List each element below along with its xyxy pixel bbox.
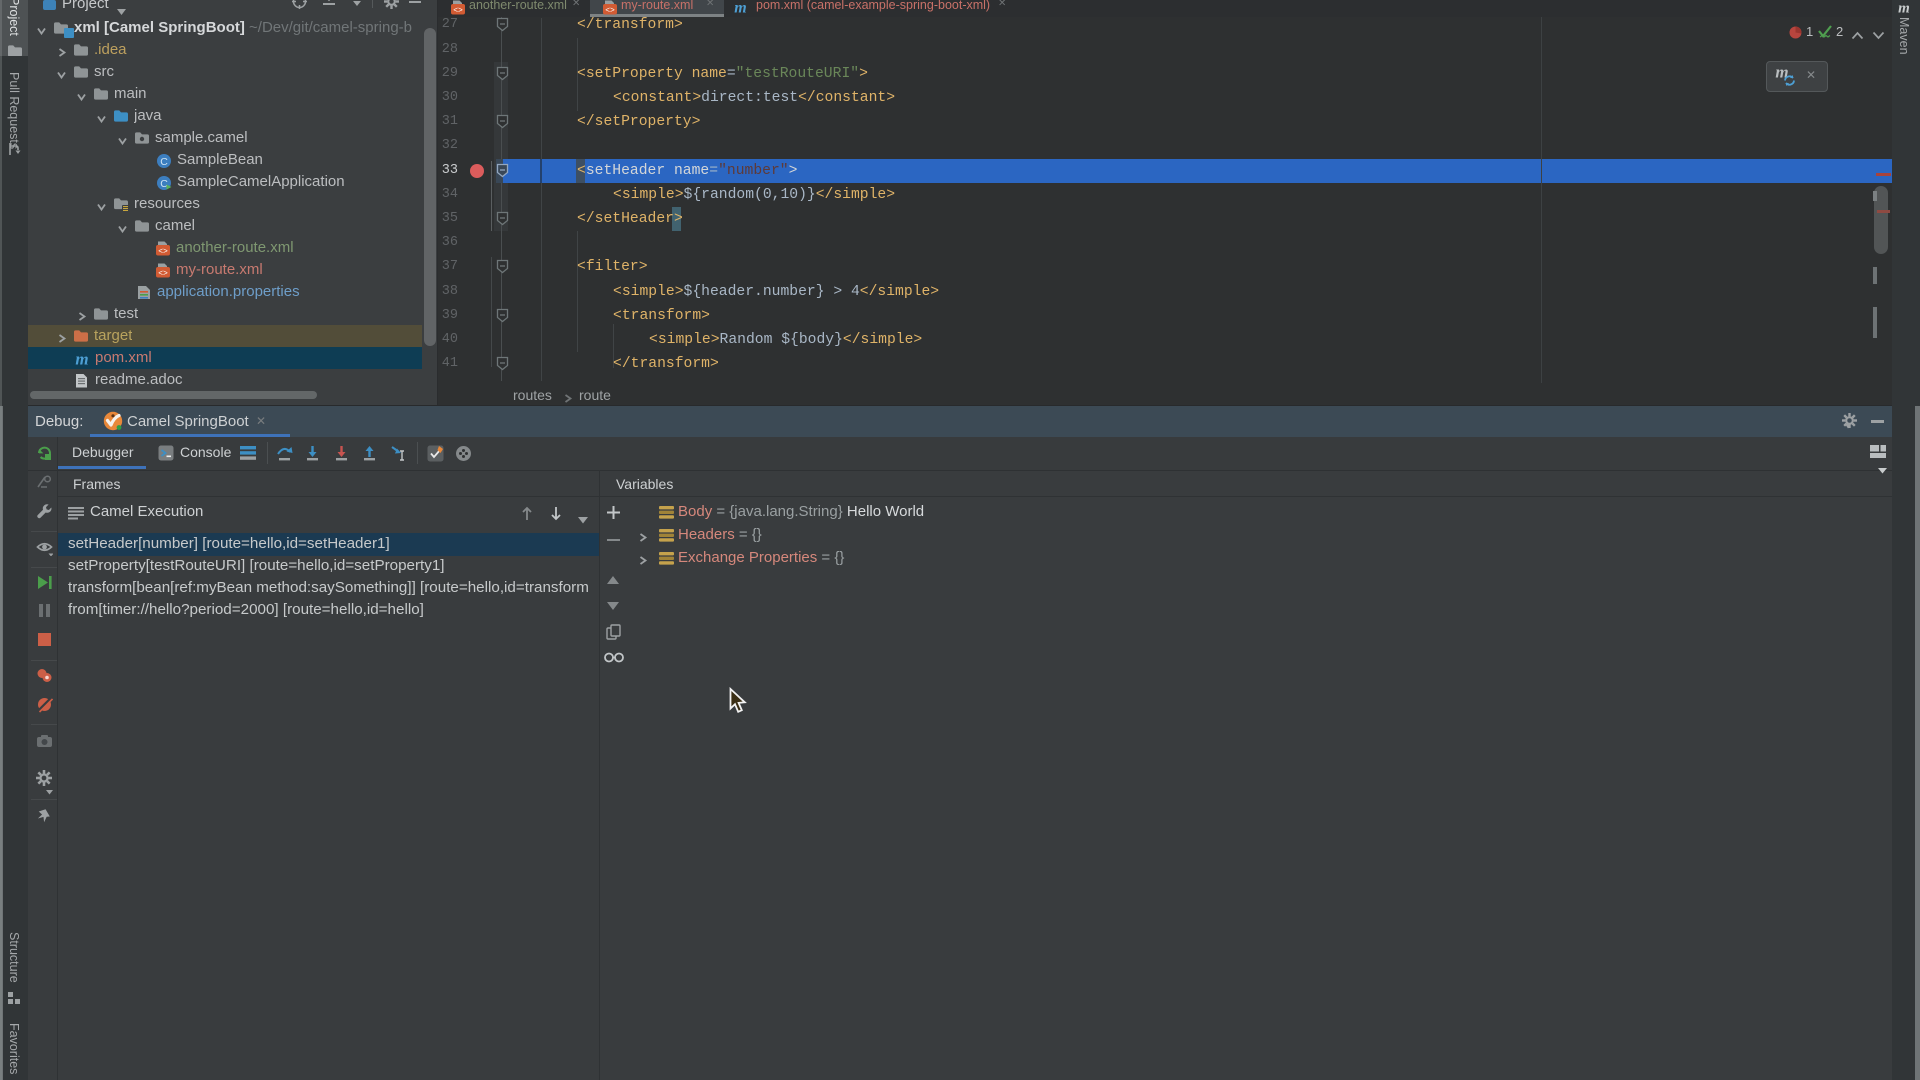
svg-text:m: m	[1898, 1, 1910, 15]
svg-text:<>: <>	[158, 247, 168, 256]
svg-text:C: C	[160, 156, 168, 168]
svg-text:m: m	[75, 351, 88, 367]
svg-text:m: m	[734, 0, 746, 15]
svg-text:<>: <>	[158, 269, 168, 278]
